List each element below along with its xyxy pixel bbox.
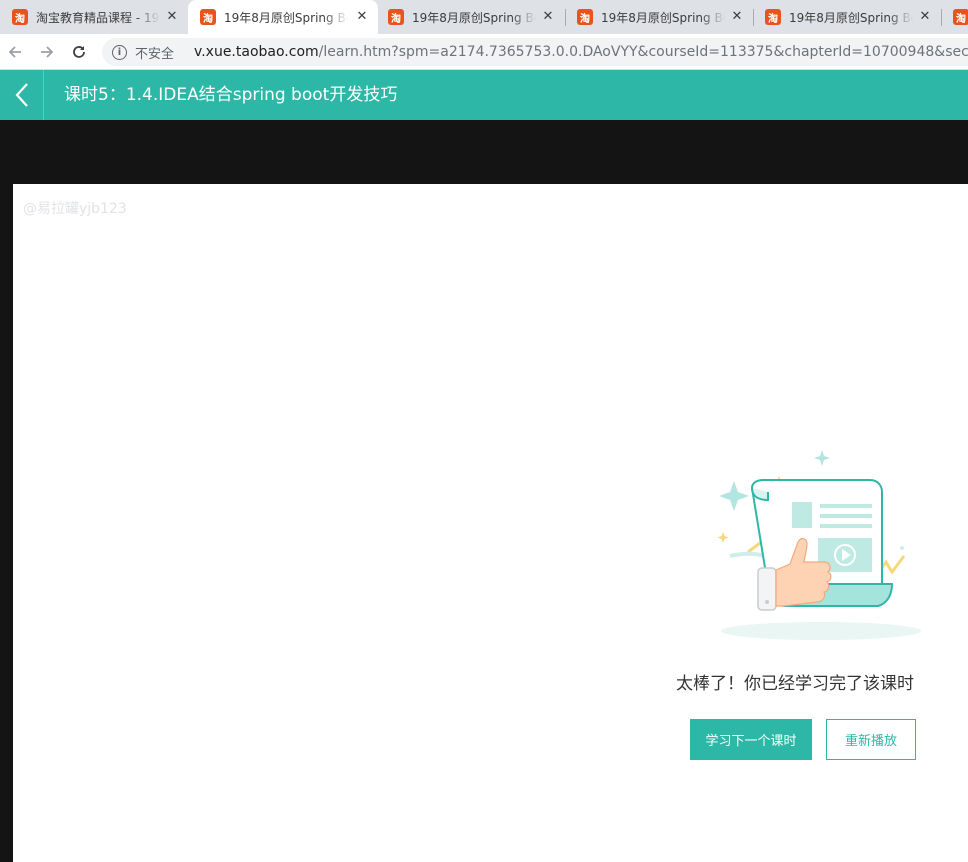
video-end-screen: @易拉罐yjb123 太棒了！你已经学习完了该课时 学习下一个课时 重新播放 (13, 184, 968, 862)
browser-tab-active[interactable]: 淘 19年8月原创Spring Bo ✕ (188, 0, 378, 34)
url-path: /learn.htm?spm=a2174.7365753.0.0.DAoVYY&… (318, 44, 968, 60)
security-label[interactable]: 不安全 (135, 43, 174, 62)
next-lesson-button[interactable]: 学习下一个课时 (690, 719, 812, 760)
close-tab-icon[interactable]: ✕ (354, 9, 370, 25)
reload-icon[interactable] (66, 39, 92, 65)
close-tab-icon[interactable]: ✕ (164, 9, 180, 25)
close-tab-icon[interactable]: ✕ (729, 9, 745, 25)
page-title: 课时5：1.4.IDEA结合spring boot开发技巧 (64, 85, 398, 105)
taobao-favicon-icon: 淘 (12, 9, 28, 25)
back-arrow-icon[interactable] (2, 39, 28, 65)
taobao-favicon-icon: 淘 (388, 9, 404, 25)
browser-tab[interactable]: 淘 19年8月原创Spring Bo ✕ (565, 0, 753, 34)
browser-tab[interactable]: 淘 淘宝教育精品课程 - 19 ✕ (0, 0, 188, 34)
tab-title: 19年8月原创Spring Bo (789, 10, 913, 25)
address-bar[interactable]: i 不安全 v.xue.taobao.com /learn.htm?spm=a2… (102, 38, 968, 66)
chevron-left-icon (15, 83, 28, 107)
forward-arrow-icon[interactable] (34, 39, 60, 65)
taobao-favicon-icon: 淘 (765, 9, 781, 25)
replay-button[interactable]: 重新播放 (826, 719, 916, 760)
taobao-favicon-icon: 淘 (953, 9, 968, 25)
browser-tab-overflow[interactable]: 淘 (941, 0, 968, 34)
completion-message: 太棒了！你已经学习完了该课时 (676, 674, 914, 694)
video-stage: @易拉罐yjb123 太棒了！你已经学习完了该课时 学习下一个课时 重新播放 (0, 120, 968, 862)
info-icon[interactable]: i (112, 44, 127, 60)
taobao-favicon-icon: 淘 (577, 9, 593, 25)
close-tab-icon[interactable]: ✕ (917, 9, 933, 25)
tab-title: 19年8月原创Spring Bo (224, 10, 348, 25)
tab-title: 淘宝教育精品课程 - 19 (36, 10, 160, 25)
browser-toolbar: i 不安全 v.xue.taobao.com /learn.htm?spm=a2… (0, 34, 968, 70)
tab-title: 19年8月原创Spring Bo (601, 10, 725, 25)
back-button[interactable] (0, 70, 44, 120)
close-tab-icon[interactable]: ✕ (540, 9, 556, 25)
watermark: @易拉罐yjb123 (23, 201, 127, 217)
browser-tab-strip: 淘 淘宝教育精品课程 - 19 ✕ 淘 19年8月原创Spring Bo ✕ 淘… (0, 0, 968, 34)
completion-illustration-icon (717, 450, 921, 640)
browser-tab[interactable]: 淘 19年8月原创Spring Bo ✕ (376, 0, 564, 34)
url-host: v.xue.taobao.com (194, 44, 319, 60)
browser-tab[interactable]: 淘 19年8月原创Spring Bo ✕ (753, 0, 941, 34)
tab-title: 19年8月原创Spring Bo (412, 10, 536, 25)
taobao-favicon-icon: 淘 (200, 9, 216, 25)
course-header: 课时5：1.4.IDEA结合spring boot开发技巧 (0, 70, 968, 120)
